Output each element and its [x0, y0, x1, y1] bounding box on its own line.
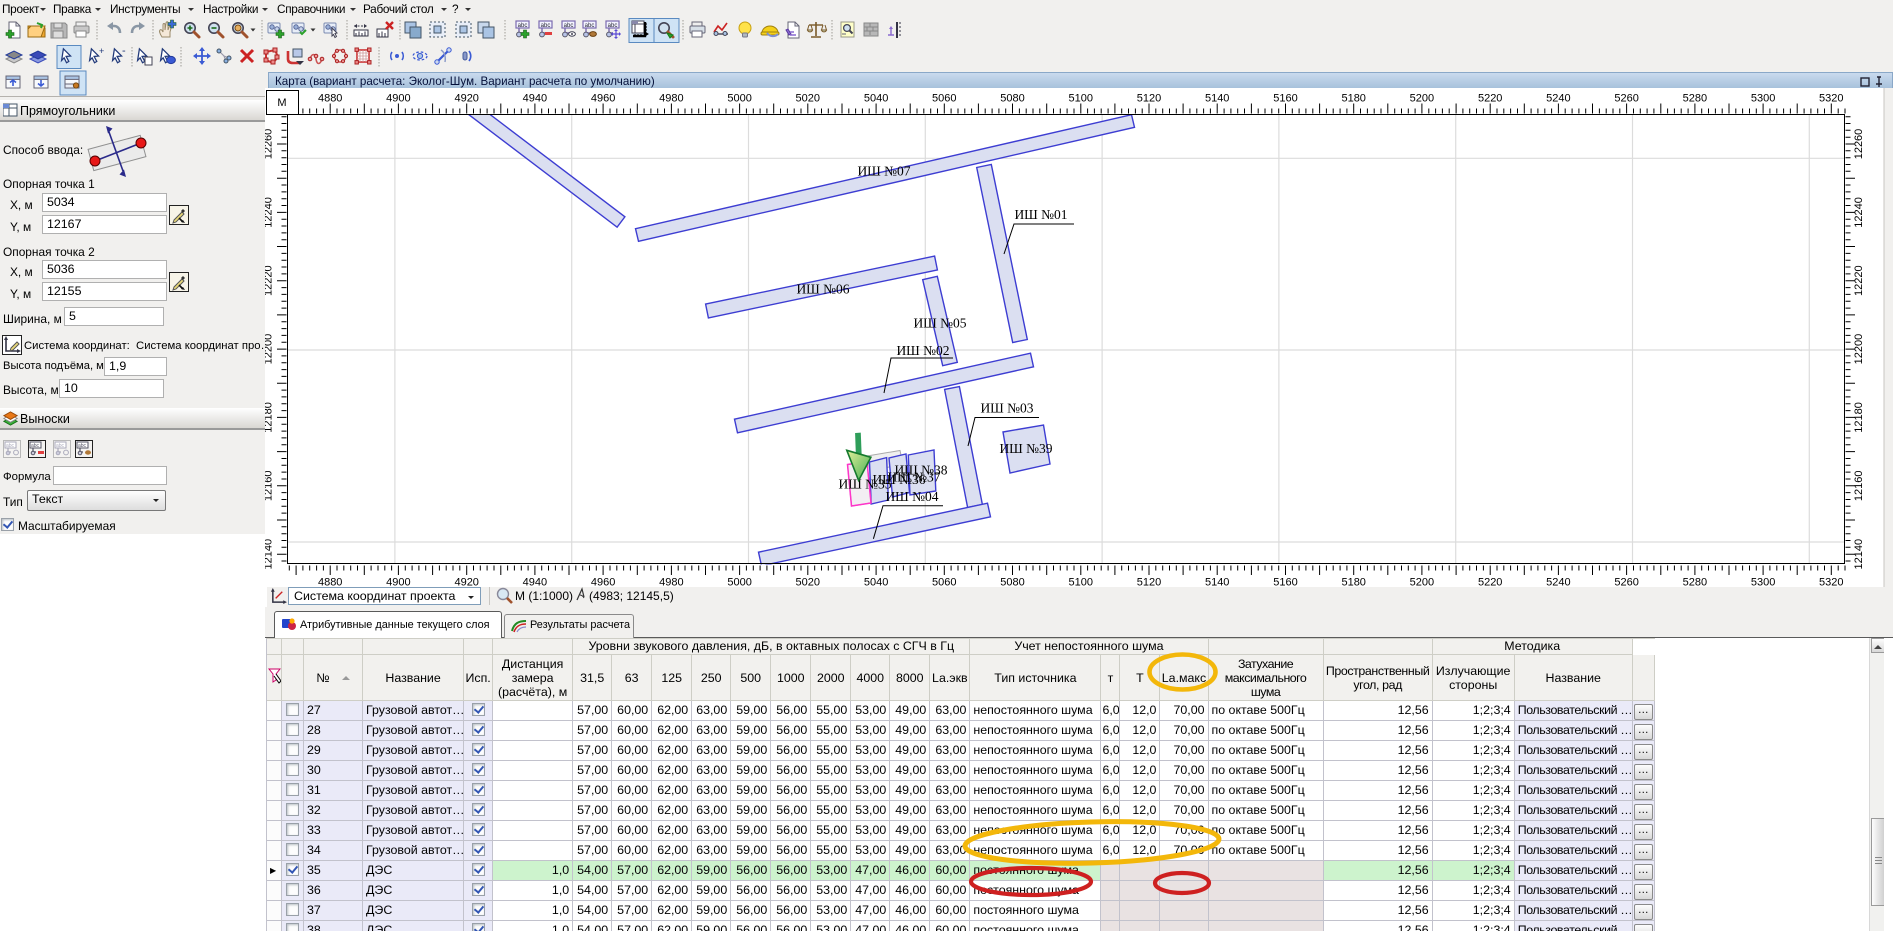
svg-text:ИШ №01: ИШ №01	[1014, 207, 1067, 222]
svg-text:12240: 12240	[1853, 197, 1865, 228]
svg-text:5140: 5140	[1205, 93, 1229, 105]
svg-text:12140: 12140	[1853, 539, 1865, 570]
svg-text:ИШ №35: ИШ №35	[838, 477, 891, 492]
svg-text:5300: 5300	[1751, 93, 1775, 105]
svg-text:abc: abc	[78, 443, 87, 449]
svg-text:5260: 5260	[1614, 93, 1638, 105]
svg-text:4940: 4940	[523, 93, 547, 105]
svg-text:5100: 5100	[1069, 93, 1093, 105]
svg-text:12160: 12160	[265, 471, 275, 502]
svg-text:4900: 4900	[386, 93, 410, 105]
svg-text:ИШ №05: ИШ №05	[913, 316, 966, 331]
svg-text:5180: 5180	[1341, 93, 1365, 105]
svg-text:-: -	[122, 45, 126, 57]
svg-text:abc: abc	[6, 443, 15, 449]
svg-text:12180: 12180	[1853, 402, 1865, 433]
svg-text:abc: abc	[31, 443, 40, 449]
svg-text:+: +	[99, 46, 104, 56]
svg-text:12260: 12260	[265, 129, 275, 160]
svg-text:12200: 12200	[1853, 334, 1865, 365]
svg-text:ИШ №03: ИШ №03	[980, 401, 1033, 416]
svg-text:ИШ №02: ИШ №02	[896, 343, 949, 358]
svg-text:ИШ №39: ИШ №39	[999, 441, 1052, 456]
svg-text:М: М	[277, 97, 286, 109]
svg-text:5220: 5220	[1478, 93, 1502, 105]
svg-text:4960: 4960	[591, 93, 615, 105]
svg-text:12220: 12220	[1853, 265, 1865, 296]
svg-text:4980: 4980	[659, 93, 683, 105]
svg-text:4880: 4880	[318, 93, 342, 105]
svg-text:12260: 12260	[1853, 129, 1865, 160]
svg-text:12220: 12220	[265, 265, 275, 296]
svg-text:5240: 5240	[1546, 93, 1570, 105]
svg-text:5160: 5160	[1273, 93, 1297, 105]
svg-text:ИШ №07: ИШ №07	[857, 164, 910, 179]
svg-text:12180: 12180	[265, 402, 275, 433]
svg-text:4920: 4920	[454, 93, 478, 105]
svg-text:ИШ №06: ИШ №06	[796, 282, 849, 297]
svg-text:12160: 12160	[1853, 471, 1865, 502]
svg-text:12240: 12240	[265, 197, 275, 228]
svg-text:5320: 5320	[1819, 93, 1843, 105]
svg-text:5000: 5000	[727, 93, 751, 105]
svg-text:5080: 5080	[1000, 93, 1024, 105]
svg-text:12140: 12140	[265, 539, 275, 570]
svg-text:5020: 5020	[796, 93, 820, 105]
svg-text:abc: abc	[56, 443, 65, 449]
svg-text:5060: 5060	[932, 93, 956, 105]
svg-text:5120: 5120	[1137, 93, 1161, 105]
svg-text:5280: 5280	[1683, 93, 1707, 105]
svg-text:5040: 5040	[864, 93, 888, 105]
svg-text:5200: 5200	[1410, 93, 1434, 105]
svg-text:ИШ №04: ИШ №04	[885, 489, 938, 504]
svg-text:12200: 12200	[265, 334, 275, 365]
